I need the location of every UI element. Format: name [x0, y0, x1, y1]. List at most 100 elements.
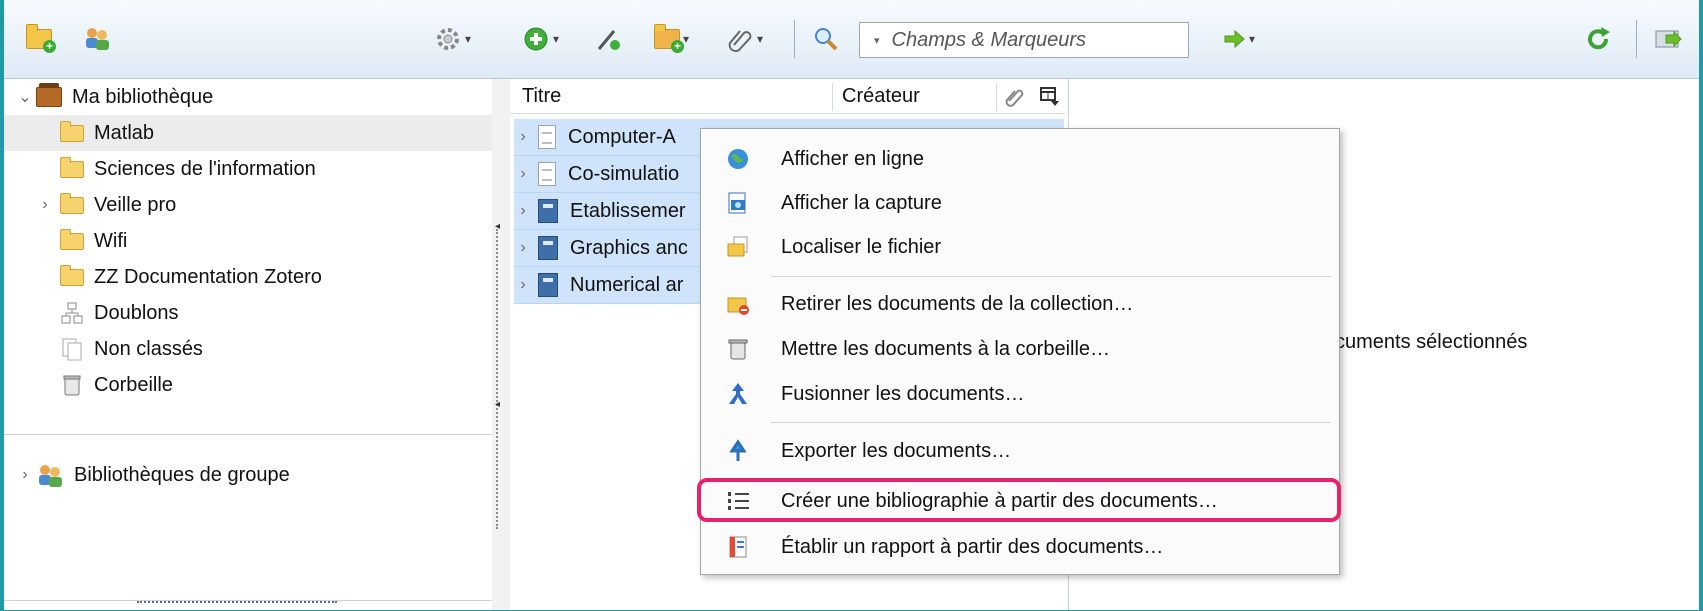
column-creator-label: Créateur [842, 84, 920, 107]
green-arrow-right-icon [1224, 29, 1245, 49]
column-picker-button[interactable] [1038, 79, 1060, 113]
snapshot-icon [726, 191, 750, 215]
menu-item-view-online[interactable]: Afficher en ligne [701, 137, 1339, 181]
toolbar-separator [794, 20, 795, 58]
tree-item-zz-documentation[interactable]: ZZ Documentation Zotero [4, 259, 492, 295]
menu-item-merge-items[interactable]: Fusionner les documents… [701, 372, 1339, 416]
tree-item-group-libraries[interactable]: › Bibliothèques de groupe [4, 457, 492, 493]
new-item-button[interactable]: ▾ [522, 22, 559, 56]
tree-item-label: Non classés [94, 337, 203, 360]
menu-item-generate-report[interactable]: Établir un rapport à partir des document… [701, 525, 1339, 569]
new-group-button[interactable] [82, 22, 112, 56]
sync-icon [1588, 27, 1610, 50]
paperclip-icon [728, 30, 752, 53]
tree-item-label: Veille pro [94, 193, 177, 216]
locate-file-icon [726, 235, 750, 259]
advanced-search-button[interactable] [812, 22, 840, 56]
column-creator-header[interactable]: Créateur [842, 79, 920, 113]
chevron-right-icon[interactable]: › [516, 165, 530, 183]
selection-count-text: cuments sélectionnés [1335, 331, 1528, 353]
column-title-label: Titre [522, 84, 562, 107]
menu-item-export-items[interactable]: Exporter les documents… [701, 429, 1339, 473]
new-note-button[interactable]: + ▾ [654, 22, 689, 56]
pane-toggle-icon [1655, 30, 1682, 48]
column-title-header[interactable]: Titre [522, 79, 561, 113]
unfiled-icon [62, 338, 82, 361]
context-menu: Afficher en ligne Afficher la capture Lo… [700, 128, 1340, 575]
add-by-identifier-button[interactable] [594, 22, 622, 56]
new-note-icon: + [654, 24, 684, 53]
trash-icon [726, 337, 750, 361]
tree-item-my-library[interactable]: ⌄ Ma bibliothèque [4, 79, 492, 115]
tree-item-veille-pro[interactable]: › Veille pro [4, 187, 492, 223]
tree-item-non-classes[interactable]: Non classés [4, 331, 492, 367]
add-circle-icon [524, 27, 548, 51]
group-libraries-icon [39, 465, 62, 487]
paperclip-icon [1005, 89, 1024, 107]
sync-button[interactable] [1584, 22, 1612, 56]
add-attachment-button[interactable]: ▾ [726, 22, 763, 56]
chevron-right-icon[interactable]: › [516, 202, 530, 220]
chevron-down-icon: ▾ [465, 32, 472, 46]
pane-divider [4, 434, 492, 435]
chevron-down-icon: ▾ [683, 32, 690, 46]
tree-item-label: Bibliothèques de groupe [74, 463, 290, 486]
actions-menu-button[interactable]: ▾ [434, 22, 471, 56]
chevron-right-icon[interactable]: › [38, 196, 52, 214]
menu-item-label: Retirer les documents de la collection… [781, 292, 1134, 315]
search-input[interactable]: ▾ Champs & Marqueurs [859, 22, 1189, 58]
magnifier-icon [815, 28, 838, 51]
menu-item-create-bibliography[interactable]: Créer une bibliographie à partir des doc… [701, 479, 1339, 523]
folder-icon [60, 228, 84, 250]
chevron-right-icon[interactable]: › [516, 128, 530, 146]
column-picker-icon [1040, 87, 1059, 106]
menu-item-view-snapshot[interactable]: Afficher la capture [701, 181, 1339, 225]
export-icon [726, 439, 750, 463]
column-separator[interactable] [832, 83, 833, 111]
menu-item-label: Exporter les documents… [781, 439, 1012, 462]
folder-icon [60, 192, 84, 214]
chevron-down-icon[interactable]: ⌄ [18, 87, 32, 107]
tree-item-doublons[interactable]: Doublons [4, 295, 492, 331]
column-separator[interactable] [996, 83, 997, 111]
menu-item-locate-file[interactable]: Localiser le fichier [701, 225, 1339, 269]
tree-item-matlab[interactable]: Matlab [4, 115, 492, 151]
folder-icon [60, 264, 84, 286]
window-frame-right [1699, 0, 1703, 610]
search-mode-dropdown-icon[interactable]: ▾ [874, 34, 880, 47]
menu-separator [771, 276, 1331, 277]
tree-item-label: Sciences de l'information [94, 157, 316, 180]
menu-item-remove-from-collection[interactable]: Retirer les documents de la collection… [701, 282, 1339, 326]
column-attachments-header[interactable] [1004, 79, 1026, 113]
tree-item-sciences[interactable]: Sciences de l'information [4, 151, 492, 187]
magic-wand-icon [597, 30, 620, 50]
document-icon [538, 162, 556, 186]
chevron-right-icon[interactable]: › [18, 466, 32, 484]
duplicates-icon [61, 302, 83, 324]
main-toolbar: + ▾ ▾ + ▾ ▾ ▾ Champs & Marqueurs ▾ [4, 0, 1699, 79]
tree-item-label: ZZ Documentation Zotero [94, 265, 322, 288]
book-icon [538, 236, 558, 260]
menu-item-label: Afficher la capture [781, 191, 942, 214]
report-icon [726, 535, 750, 559]
menu-item-label: Mettre les documents à la corbeille… [781, 337, 1111, 360]
splitter-grip[interactable] [496, 229, 501, 529]
book-icon [538, 273, 558, 297]
locate-button[interactable]: ▾ [1222, 22, 1255, 56]
document-icon [538, 125, 556, 149]
menu-item-move-to-trash[interactable]: Mettre les documents à la corbeille… [701, 327, 1339, 371]
tree-item-wifi[interactable]: Wifi [4, 223, 492, 259]
collections-pane: ⌄ Ma bibliothèque Matlab Sciences de l'i… [4, 79, 493, 610]
collapse-left-icon[interactable]: ◂ [495, 399, 500, 410]
tree-item-corbeille[interactable]: Corbeille [4, 367, 492, 403]
fullscreen-button[interactable] [1654, 22, 1684, 56]
zotero-window: + ▾ ▾ + ▾ ▾ ▾ Champs & Marqueurs ▾ ⌄ Ma … [0, 0, 1703, 610]
remove-from-collection-icon [726, 292, 750, 316]
collections-splitter[interactable]: ◂ ◂ [492, 79, 511, 610]
new-collection-button[interactable]: + [26, 22, 56, 56]
collapse-left-icon[interactable]: ◂ [495, 221, 500, 232]
book-icon [538, 199, 558, 223]
chevron-right-icon[interactable]: › [516, 276, 530, 294]
chevron-right-icon[interactable]: › [516, 239, 530, 257]
toolbar-separator [1636, 20, 1637, 58]
